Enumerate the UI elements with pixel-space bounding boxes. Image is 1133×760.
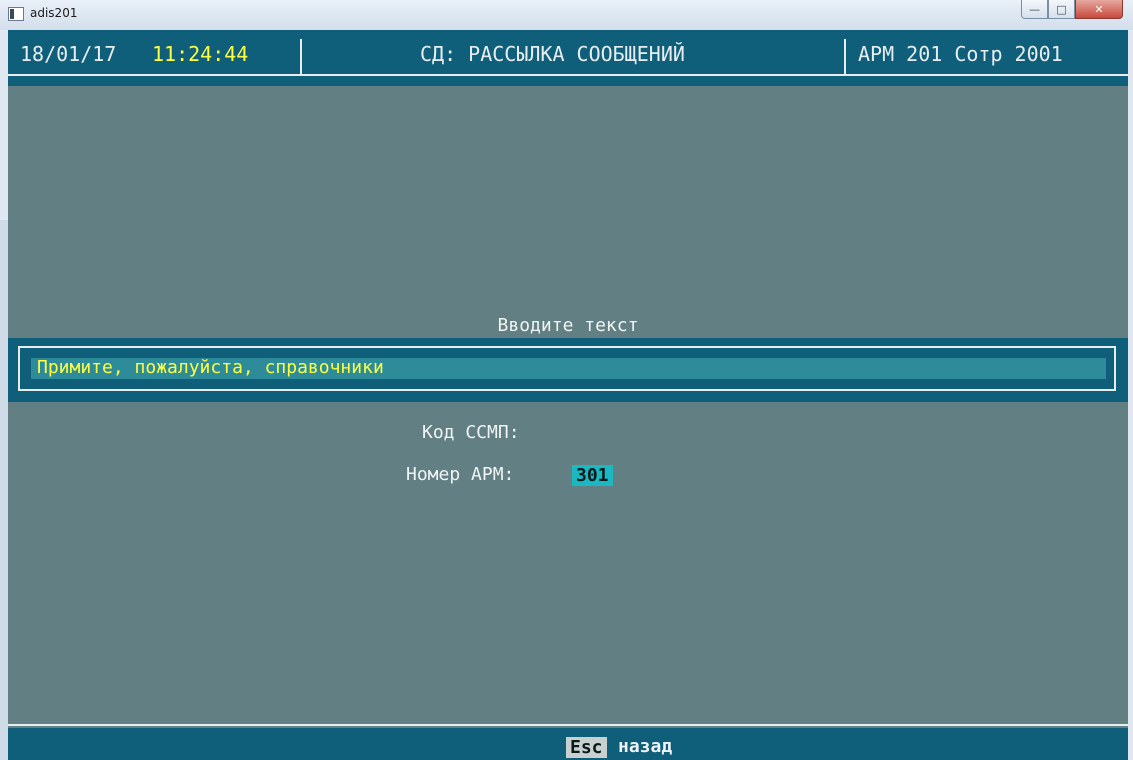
window-frame-left [0, 30, 8, 760]
close-button[interactable]: ✕ [1075, 0, 1123, 19]
app-icon[interactable] [8, 7, 24, 21]
window-titlebar[interactable]: adis201 — □ ✕ [0, 0, 1133, 31]
status-separator [844, 39, 846, 75]
status-separator [300, 39, 302, 75]
window-controls: — □ ✕ [1021, 0, 1123, 20]
window-title: adis201 [30, 6, 78, 20]
ssmp-code-label: Код ССМП: [422, 422, 520, 443]
message-text[interactable]: Примите, пожалуйста, справочники [37, 357, 384, 378]
minimize-button[interactable]: — [1021, 0, 1048, 19]
header-band [8, 76, 1128, 86]
status-station: АРМ 201 Сотр 2001 [858, 42, 1063, 66]
back-label[interactable]: назад [618, 736, 672, 757]
status-date: 18/01/17 [20, 42, 117, 66]
esc-key[interactable]: Esc [566, 737, 607, 758]
status-time: 11:24:44 [152, 42, 249, 66]
input-prompt: Вводите текст [497, 315, 639, 336]
footer-divider [8, 724, 1128, 726]
terminal-console[interactable]: 18/01/17 11:24:44 СД: РАССЫЛКА СООБЩЕНИЙ… [8, 30, 1128, 760]
arm-number-field[interactable]: 301 [572, 465, 613, 486]
maximize-button[interactable]: □ [1048, 0, 1075, 19]
window-frame-right [1128, 30, 1133, 760]
status-bar: 18/01/17 11:24:44 СД: РАССЫЛКА СООБЩЕНИЙ… [8, 30, 1128, 76]
screen-title: СД: РАССЫЛКА СООБЩЕНИЙ [420, 42, 685, 66]
arm-number-label: Номер АРМ: [406, 464, 515, 485]
